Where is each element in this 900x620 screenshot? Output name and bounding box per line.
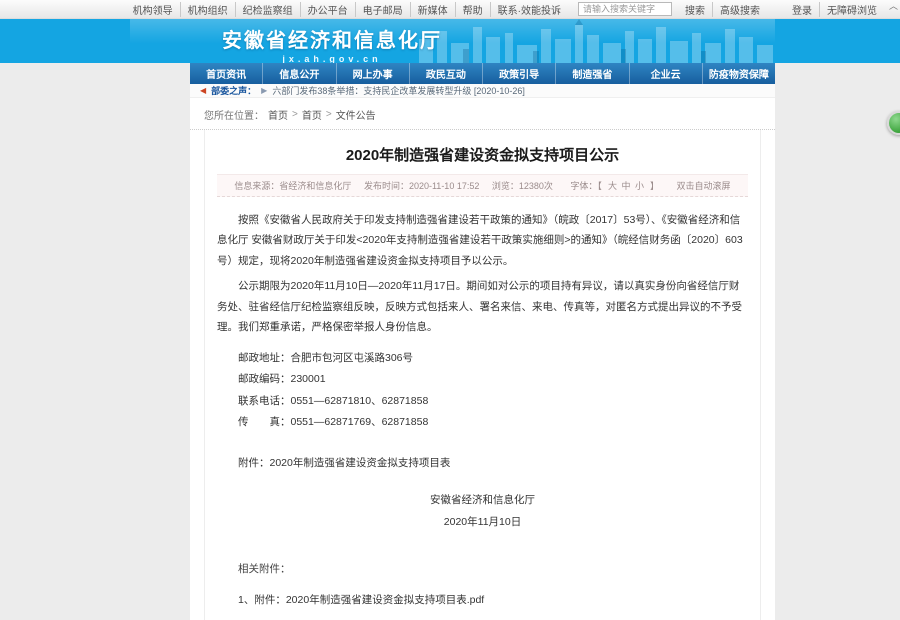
top-link-help[interactable]: 帮助: [455, 2, 490, 17]
meta-autoscroll-toggle[interactable]: 双击自动滚屏: [677, 181, 731, 191]
top-link-office-platform[interactable]: 办公平台: [300, 2, 355, 17]
nav-item-manufacturing-province[interactable]: 制造强省: [555, 63, 628, 84]
article-title: 2020年制造强省建设资金拟支持项目公示: [217, 130, 748, 174]
contact-phone: 联系电话：0551—62871810、62871858: [217, 391, 748, 411]
news-ticker: ◀ 部委之声： ▶ 六部门发布38条举措：支持民企改革发展转型升级 [2020-…: [190, 84, 775, 98]
meta-view-count: 浏览：12380次: [492, 181, 553, 191]
login-link[interactable]: 登录: [785, 2, 819, 17]
nav-item-info-disclosure[interactable]: 信息公开: [262, 63, 335, 84]
article-meta-bar: 信息来源：省经济和信息化厅 发布时间：2020-11-10 17:52 浏览：1…: [217, 174, 748, 197]
related-attachment-pdf-link[interactable]: 1、附件：2020年制造强省建设资金拟支持项目表.pdf: [217, 590, 748, 610]
breadcrumb-prefix: 您所在位置：: [204, 107, 264, 122]
top-link-new-media[interactable]: 新媒体: [410, 2, 455, 17]
signature-organization: 安徽省经济和信息化厅: [217, 489, 748, 511]
city-skyline-image: [415, 19, 775, 63]
attachment-reference: 附件：2020年制造强省建设资金拟支持项目表: [217, 453, 748, 473]
article-panel: 2020年制造强省建设资金拟支持项目公示 信息来源：省经济和信息化厅 发布时间：…: [204, 130, 761, 620]
ticker-prev-icon[interactable]: ◀: [200, 87, 206, 95]
meta-font-size-control: 字体：【大 中 小】: [565, 181, 664, 191]
meta-font-prefix: 字体：【: [570, 181, 602, 191]
top-link-organization[interactable]: 机构组织: [180, 2, 235, 17]
signature-date: 2020年11月10日: [217, 511, 748, 533]
breadcrumb: 您所在位置： 首页 > 首页 > 文件公告: [190, 98, 775, 130]
font-size-medium-button[interactable]: 中: [621, 181, 630, 191]
nav-item-online-services[interactable]: 网上办事: [336, 63, 409, 84]
article-body: 按照《安徽省人民政府关于印发支持制造强省建设若干政策的通知》（皖政〔2017〕5…: [217, 197, 748, 610]
top-link-discipline[interactable]: 纪检监察组: [235, 2, 300, 17]
paragraph: 公示期限为2020年11月10日—2020年11月17日。期间如对公示的项目持有…: [217, 276, 748, 337]
meta-publish-time: 发布时间：2020-11-10 17:52: [364, 181, 479, 191]
breadcrumb-document-notices[interactable]: 文件公告: [336, 107, 376, 122]
floating-service-button[interactable]: [887, 111, 900, 135]
nav-item-epidemic-supplies[interactable]: 防疫物资保障: [702, 63, 775, 84]
ticker-news-link[interactable]: 六部门发布38条举措：支持民企改革发展转型升级 [2020-10-26]: [272, 84, 525, 97]
site-url: jx.ah.gov.cn: [222, 54, 442, 63]
nav-item-policy-guidance[interactable]: 政策引导: [482, 63, 555, 84]
font-size-small-button[interactable]: 小: [635, 181, 644, 191]
breadcrumb-separator: >: [326, 109, 332, 120]
top-link-email[interactable]: 电子邮局: [355, 2, 410, 17]
advanced-search-link[interactable]: 高级搜索: [712, 2, 767, 17]
breadcrumb-separator: >: [292, 109, 298, 120]
accessibility-link[interactable]: 无障碍浏览: [819, 2, 884, 17]
scrollbar-up-arrow[interactable]: ︿: [889, 2, 898, 11]
top-link-leadership[interactable]: 机构领导: [126, 2, 180, 17]
top-utility-bar: 机构领导 机构组织 纪检监察组 办公平台 电子邮局 新媒体 帮助 联系·效能投诉…: [0, 0, 900, 19]
site-identity: 安徽省经济和信息化厅 jx.ah.gov.cn: [222, 24, 442, 63]
contact-postal-address: 邮政地址：合肥市包河区屯溪路306号: [217, 348, 748, 368]
meta-font-suffix: 】: [650, 181, 659, 191]
main-navigation: 首页资讯 信息公开 网上办事 政民互动 政策引导 制造强省 企业云 防疫物资保障: [190, 63, 775, 84]
page-content-column: 首页资讯 信息公开 网上办事 政民互动 政策引导 制造强省 企业云 防疫物资保障…: [190, 63, 775, 620]
related-attachments-heading: 相关附件：: [217, 559, 748, 579]
site-title: 安徽省经济和信息化厅: [222, 24, 442, 53]
breadcrumb-home[interactable]: 首页: [268, 107, 288, 122]
paragraph: 按照《安徽省人民政府关于印发支持制造强省建设若干政策的通知》（皖政〔2017〕5…: [217, 210, 748, 271]
top-link-contact-complaint[interactable]: 联系·效能投诉: [490, 2, 568, 17]
site-banner: 安徽省经济和信息化厅 jx.ah.gov.cn: [0, 19, 900, 63]
meta-source: 信息来源：省经济和信息化厅: [234, 181, 351, 191]
nav-item-public-interaction[interactable]: 政民互动: [409, 63, 482, 84]
search-input[interactable]: [578, 2, 672, 16]
search-button[interactable]: 搜索: [678, 2, 712, 17]
signature-block: 安徽省经济和信息化厅 2020年11月10日: [217, 489, 748, 533]
contact-postal-code: 邮政编码：230001: [217, 369, 748, 389]
contact-fax: 传 真：0551—62871769、62871858: [217, 412, 748, 432]
font-size-large-button[interactable]: 大: [608, 181, 617, 191]
nav-item-home-news[interactable]: 首页资讯: [190, 63, 262, 84]
ticker-label: 部委之声：: [211, 84, 256, 97]
breadcrumb-home-2[interactable]: 首页: [302, 107, 322, 122]
ticker-next-icon[interactable]: ▶: [261, 87, 267, 95]
nav-item-enterprise-cloud[interactable]: 企业云: [629, 63, 702, 84]
